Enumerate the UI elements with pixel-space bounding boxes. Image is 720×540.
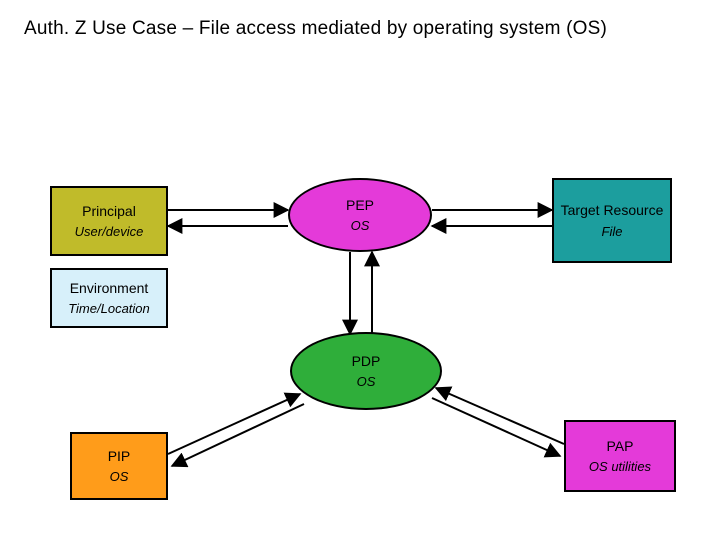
pap-node: PAP OS utilities xyxy=(564,420,676,492)
pip-label: PIP xyxy=(108,448,131,466)
pdp-sublabel: OS xyxy=(357,374,376,389)
pep-sublabel: OS xyxy=(351,218,370,233)
principal-node: Principal User/device xyxy=(50,186,168,256)
target-resource-node: Target Resource File xyxy=(552,178,672,263)
environment-node: Environment Time/Location xyxy=(50,268,168,328)
page-title: Auth. Z Use Case – File access mediated … xyxy=(24,18,607,40)
pdp-node: PDP OS xyxy=(290,332,442,410)
target-label: Target Resource xyxy=(561,202,664,220)
principal-sublabel: User/device xyxy=(75,224,144,239)
pep-label: PEP xyxy=(346,197,374,215)
pip-node: PIP OS xyxy=(70,432,168,500)
pep-node: PEP OS xyxy=(288,178,432,252)
pip-sublabel: OS xyxy=(110,469,129,484)
environment-label: Environment xyxy=(70,280,149,298)
principal-label: Principal xyxy=(82,203,136,221)
pap-sublabel: OS utilities xyxy=(589,459,651,474)
target-sublabel: File xyxy=(602,224,623,239)
environment-sublabel: Time/Location xyxy=(68,301,150,316)
pdp-label: PDP xyxy=(352,353,381,371)
pap-label: PAP xyxy=(607,438,634,456)
